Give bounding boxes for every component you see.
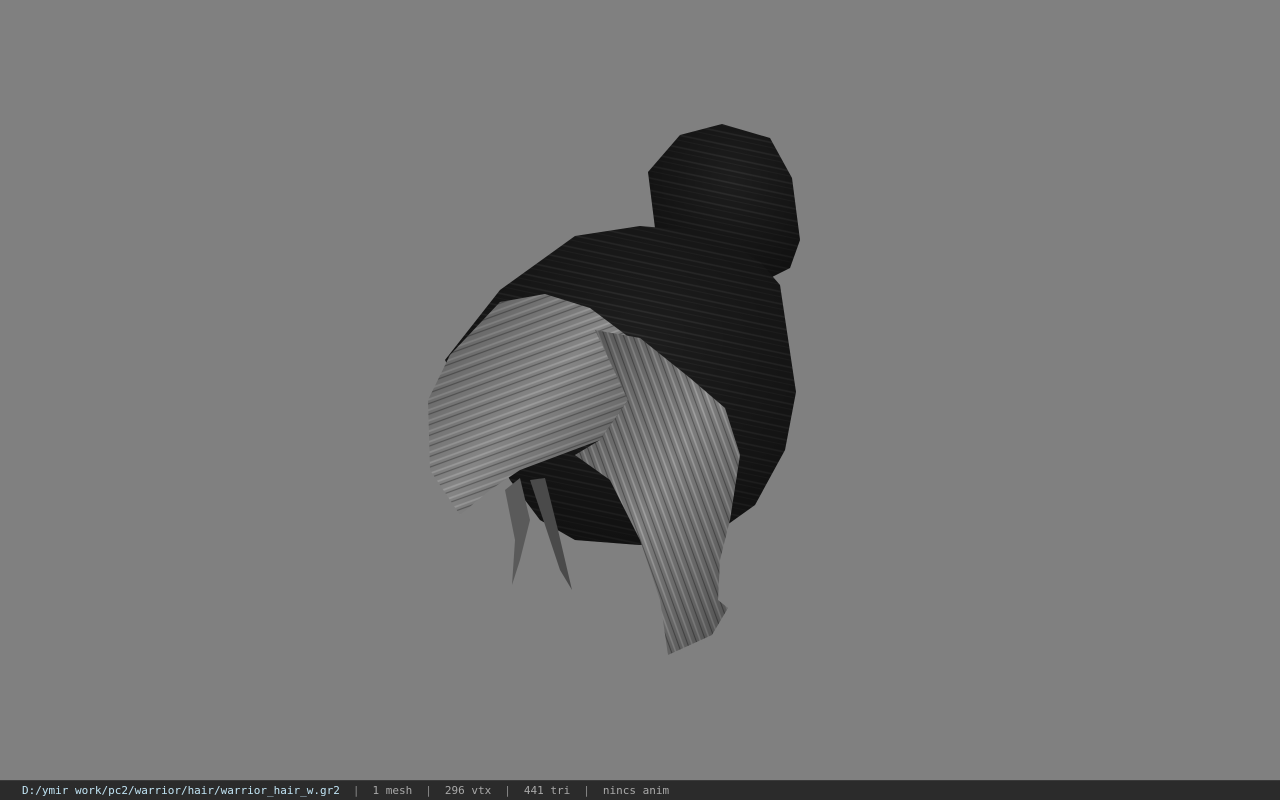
separator: | xyxy=(425,784,432,797)
hair-model xyxy=(428,124,800,655)
separator: | xyxy=(583,784,590,797)
vertex-count: 296 vtx xyxy=(444,784,492,797)
animation-info: nincs anim xyxy=(602,784,670,797)
3d-viewport[interactable] xyxy=(0,0,1280,780)
mesh-count: 1 mesh xyxy=(372,784,413,797)
separator: | xyxy=(504,784,511,797)
file-path: D:/ymir work/pc2/warrior/hair/warrior_ha… xyxy=(22,784,340,797)
triangle-count: 441 tri xyxy=(523,784,571,797)
separator: | xyxy=(352,784,360,797)
status-bar: D:/ymir work/pc2/warrior/hair/warrior_ha… xyxy=(0,780,1280,800)
